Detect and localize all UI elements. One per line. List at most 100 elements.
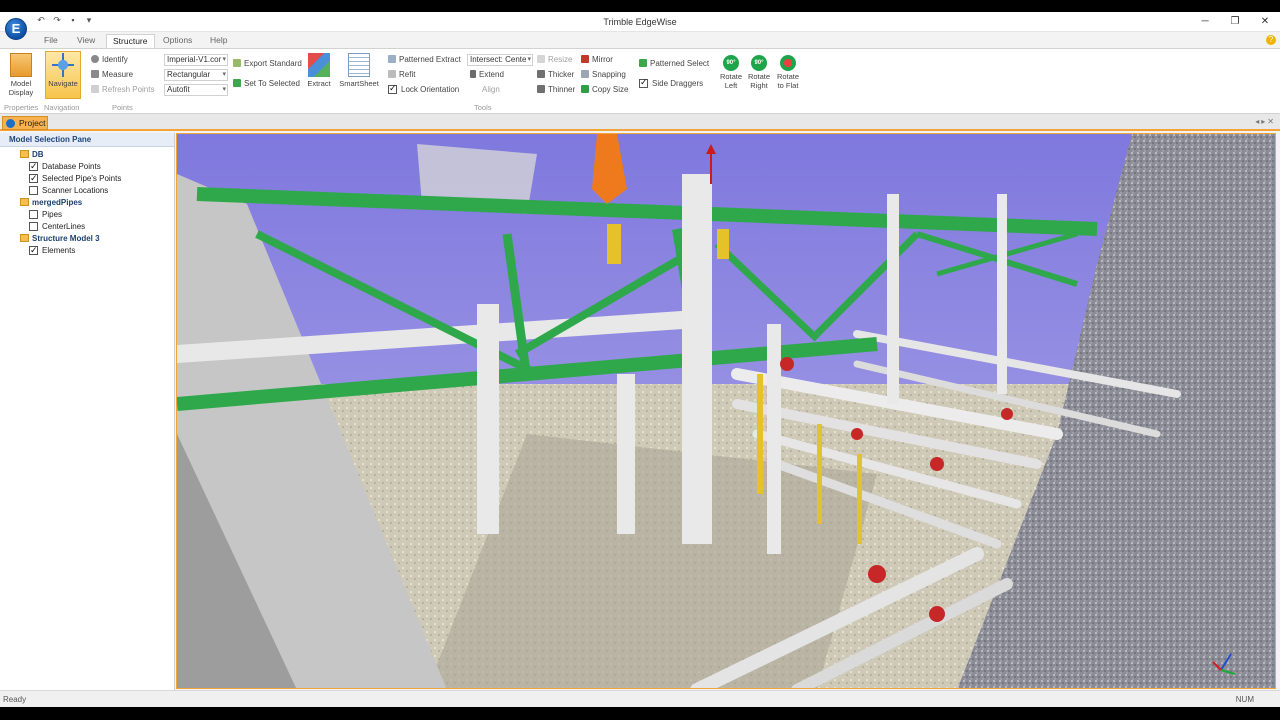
copy-size-label: Copy Size: [592, 85, 629, 94]
rotate-right-button[interactable]: 90° Rotate Right: [744, 53, 774, 90]
video-letterbox-bottom: [0, 707, 1280, 720]
smartsheet-icon: [348, 53, 370, 77]
tree-item-elements[interactable]: Elements: [29, 244, 76, 257]
tree-label: Elements: [42, 246, 76, 255]
model-display-label: Model Display: [8, 79, 34, 97]
tree-label: mergedPipes: [32, 198, 83, 207]
folder-icon: [20, 198, 29, 206]
ribbon: Model Display Navigate Identify Measure …: [0, 48, 1280, 114]
fit-combo[interactable]: Autofit: [164, 84, 228, 96]
checkbox[interactable]: [29, 210, 38, 219]
extend-icon: [470, 70, 476, 78]
thicker-icon: [537, 70, 545, 78]
patterned-extract-button[interactable]: Patterned Extract: [388, 55, 461, 65]
patterned-select-icon: [639, 59, 647, 67]
thicker-button[interactable]: Thicker: [537, 70, 574, 80]
title-bar: ↶ ↷ ▪ ▾ Trimble EdgeWise ─ ❐ ✕: [0, 12, 1280, 32]
set-to-selected-button[interactable]: Set To Selected: [233, 79, 300, 89]
snapping-label: Snapping: [592, 70, 626, 79]
lock-orientation-toggle[interactable]: Lock Orientation: [388, 83, 459, 95]
identify-button[interactable]: Identify: [91, 55, 128, 65]
measure-button[interactable]: Measure: [91, 70, 133, 80]
export-standard-label: Export Standard: [244, 59, 302, 68]
measure-label: Measure: [102, 70, 134, 79]
snapping-button[interactable]: Snapping: [581, 70, 626, 80]
thinner-button[interactable]: Thinner: [537, 85, 575, 95]
extract-label: Extract: [307, 79, 331, 88]
document-tab-strip: Project ◂▸✕: [0, 114, 1280, 131]
rotate-to-flat-icon: [780, 55, 796, 71]
tab-project[interactable]: Project: [2, 116, 48, 130]
rotate-left-label: Rotate Left: [719, 72, 743, 90]
pane-title: Model Selection Pane: [0, 133, 174, 147]
mirror-icon: [581, 55, 589, 63]
checkbox[interactable]: [29, 244, 38, 256]
smartsheet-label: SmartSheet: [339, 79, 379, 88]
tree-label: Structure Model 3: [32, 234, 100, 243]
checkbox[interactable]: [29, 186, 38, 195]
resize-button[interactable]: Resize: [537, 55, 572, 65]
app-logo-button[interactable]: E: [5, 18, 27, 40]
tree-label: CenterLines: [42, 222, 86, 231]
patterned-extract-label: Patterned Extract: [399, 55, 461, 64]
tree-item-centerlines[interactable]: CenterLines: [29, 221, 85, 233]
tab-scroll-arrows-icon[interactable]: ◂▸✕: [1255, 117, 1276, 126]
point-cloud-render[interactable]: [177, 134, 1276, 689]
project-icon: [6, 119, 15, 128]
copy-size-icon: [581, 85, 589, 93]
minimize-button[interactable]: ─: [1190, 12, 1220, 32]
tree-label: DB: [32, 150, 44, 159]
window-controls: ─ ❐ ✕: [1190, 12, 1280, 32]
mirror-button[interactable]: Mirror: [581, 55, 613, 65]
extract-icon: [308, 53, 330, 77]
ribbon-tabs: File View Structure Options Help ?: [0, 32, 1280, 48]
lock-orientation-checkbox: [388, 83, 397, 94]
copy-size-button[interactable]: Copy Size: [581, 85, 628, 95]
point-cloud-viewport[interactable]: [176, 133, 1276, 689]
refresh-points-label: Refresh Points: [102, 85, 155, 94]
checkbox[interactable]: [29, 160, 38, 172]
tree-label: Scanner Locations: [42, 186, 109, 195]
num-lock-indicator: NUM: [1235, 695, 1254, 704]
refresh-points-button[interactable]: Refresh Points: [91, 85, 154, 95]
align-label: Align: [482, 85, 500, 94]
patterned-select-button[interactable]: Patterned Select: [639, 59, 709, 69]
refit-button[interactable]: Refit: [388, 70, 415, 80]
restore-button[interactable]: ❐: [1220, 12, 1250, 32]
thinner-icon: [537, 85, 545, 93]
intersect-combo[interactable]: Intersect: Cente: [467, 54, 533, 66]
shape-combo[interactable]: Rectangular: [164, 69, 228, 81]
tree-group-merged-pipes[interactable]: mergedPipes: [20, 197, 82, 209]
checkbox[interactable]: [29, 172, 38, 184]
checkbox[interactable]: [29, 222, 38, 231]
app-window: ↶ ↷ ▪ ▾ Trimble EdgeWise ─ ❐ ✕ E File Vi…: [0, 12, 1280, 707]
tree-label: Pipes: [42, 210, 63, 219]
extend-button[interactable]: Extend: [470, 70, 504, 80]
export-standard-button[interactable]: Export Standard: [233, 59, 302, 69]
align-button[interactable]: Align: [470, 85, 500, 95]
tab-file[interactable]: File: [38, 34, 64, 48]
close-button[interactable]: ✕: [1250, 12, 1280, 32]
status-text: Ready: [3, 695, 27, 704]
tab-options[interactable]: Options: [157, 34, 198, 48]
tab-help[interactable]: Help: [204, 34, 233, 48]
tree-item-scanner-locations[interactable]: Scanner Locations: [29, 185, 108, 197]
extract-button[interactable]: Extract: [304, 53, 334, 88]
tree-item-selected-pipes-points[interactable]: Selected Pipe's Points: [29, 172, 121, 185]
patterned-select-label: Patterned Select: [650, 59, 710, 68]
resize-icon: [537, 55, 545, 63]
video-letterbox-top: [0, 0, 1280, 12]
rotate-to-flat-button[interactable]: Rotate to Flat: [773, 53, 803, 90]
tree-item-database-points[interactable]: Database Points: [29, 160, 101, 173]
tree-item-pipes[interactable]: Pipes: [29, 209, 62, 221]
group-label-navigation: Navigation: [44, 103, 80, 112]
help-icon[interactable]: ?: [1266, 35, 1276, 45]
mirror-label: Mirror: [592, 55, 613, 64]
tab-view[interactable]: View: [71, 34, 101, 48]
smartsheet-button[interactable]: SmartSheet: [339, 53, 379, 88]
side-draggers-toggle[interactable]: Side Draggers: [639, 77, 703, 89]
model-display-button[interactable]: Model Display: [6, 53, 36, 97]
units-combo[interactable]: Imperial-V1.cor: [164, 54, 228, 66]
tab-structure[interactable]: Structure: [106, 34, 155, 48]
rotate-left-button[interactable]: 90° Rotate Left: [716, 53, 746, 90]
